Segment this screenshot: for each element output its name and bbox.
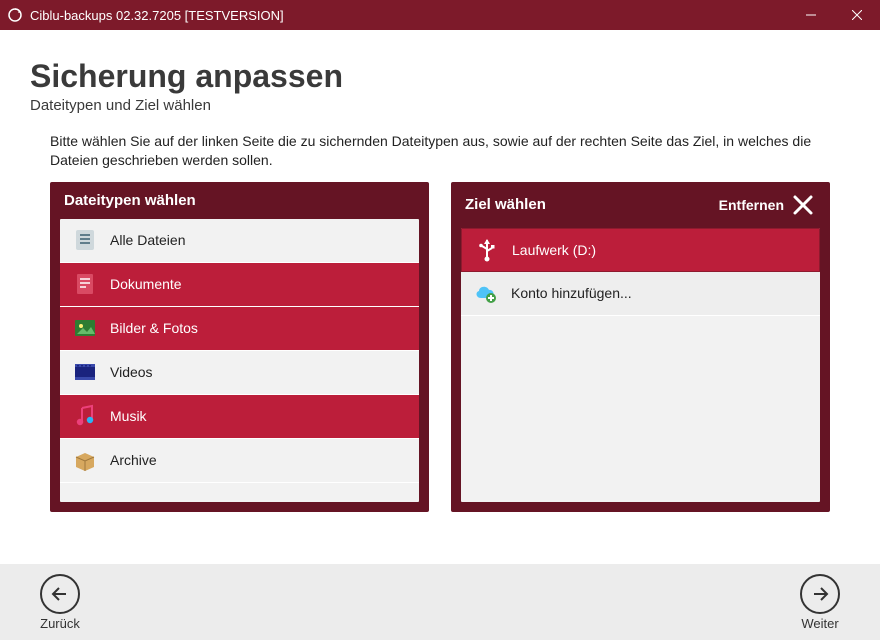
- filetype-archive[interactable]: Archive: [60, 439, 419, 483]
- window-title: Ciblu-backups 02.32.7205 [TESTVERSION]: [30, 8, 788, 23]
- filetype-music[interactable]: Musik: [60, 395, 419, 439]
- minimize-button[interactable]: [788, 0, 834, 30]
- back-button[interactable]: Zurück: [40, 574, 80, 631]
- filetypes-header-label: Dateitypen wählen: [64, 192, 196, 209]
- target-list: Laufwerk (D:) Konto hinzufügen...: [461, 228, 820, 502]
- document-icon: [68, 271, 102, 297]
- content: Sicherung anpassen Dateitypen und Ziel w…: [0, 30, 880, 512]
- cloud-add-icon: [469, 280, 503, 306]
- next-label: Weiter: [801, 616, 838, 631]
- arrow-right-icon: [800, 574, 840, 614]
- video-icon: [68, 359, 102, 385]
- filetypes-panel: Dateitypen wählen Alle Dateien Dokumente: [50, 182, 429, 512]
- target-add-account[interactable]: Konto hinzufügen...: [461, 272, 820, 316]
- usb-icon: [470, 237, 504, 263]
- filetypes-list: Alle Dateien Dokumente Bilder & Fotos: [60, 219, 419, 502]
- panels: Dateitypen wählen Alle Dateien Dokumente: [30, 182, 850, 512]
- footer: Zurück Weiter: [0, 564, 880, 640]
- filetype-label: Alle Dateien: [110, 232, 186, 248]
- remove-label: Entfernen: [719, 197, 784, 213]
- page-title: Sicherung anpassen: [30, 58, 850, 95]
- remove-button[interactable]: [790, 192, 816, 218]
- target-panel: Ziel wählen Entfernen Laufwerk (D:): [451, 182, 830, 512]
- target-label: Konto hinzufügen...: [511, 285, 632, 301]
- target-drive[interactable]: Laufwerk (D:): [461, 228, 820, 272]
- all-files-icon: [68, 227, 102, 253]
- music-icon: [68, 403, 102, 429]
- filetype-label: Archive: [110, 452, 157, 468]
- arrow-left-icon: [40, 574, 80, 614]
- filetype-videos[interactable]: Videos: [60, 351, 419, 395]
- filetype-label: Videos: [110, 364, 153, 380]
- next-button[interactable]: Weiter: [800, 574, 840, 631]
- target-header-label: Ziel wählen: [465, 196, 546, 213]
- titlebar: Ciblu-backups 02.32.7205 [TESTVERSION]: [0, 0, 880, 30]
- target-header: Ziel wählen Entfernen: [451, 182, 830, 228]
- photos-icon: [68, 315, 102, 341]
- target-label: Laufwerk (D:): [512, 242, 596, 258]
- back-label: Zurück: [40, 616, 80, 631]
- instruction-text: Bitte wählen Sie auf der linken Seite di…: [50, 132, 830, 170]
- page-subtitle: Dateitypen und Ziel wählen: [30, 97, 850, 114]
- filetype-label: Dokumente: [110, 276, 182, 292]
- archive-icon: [68, 447, 102, 473]
- filetype-photos[interactable]: Bilder & Fotos: [60, 307, 419, 351]
- filetype-documents[interactable]: Dokumente: [60, 263, 419, 307]
- filetype-label: Musik: [110, 408, 147, 424]
- filetype-label: Bilder & Fotos: [110, 320, 198, 336]
- filetypes-header: Dateitypen wählen: [50, 182, 429, 219]
- filetype-all-files[interactable]: Alle Dateien: [60, 219, 419, 263]
- app-icon: [0, 7, 30, 23]
- close-button[interactable]: [834, 0, 880, 30]
